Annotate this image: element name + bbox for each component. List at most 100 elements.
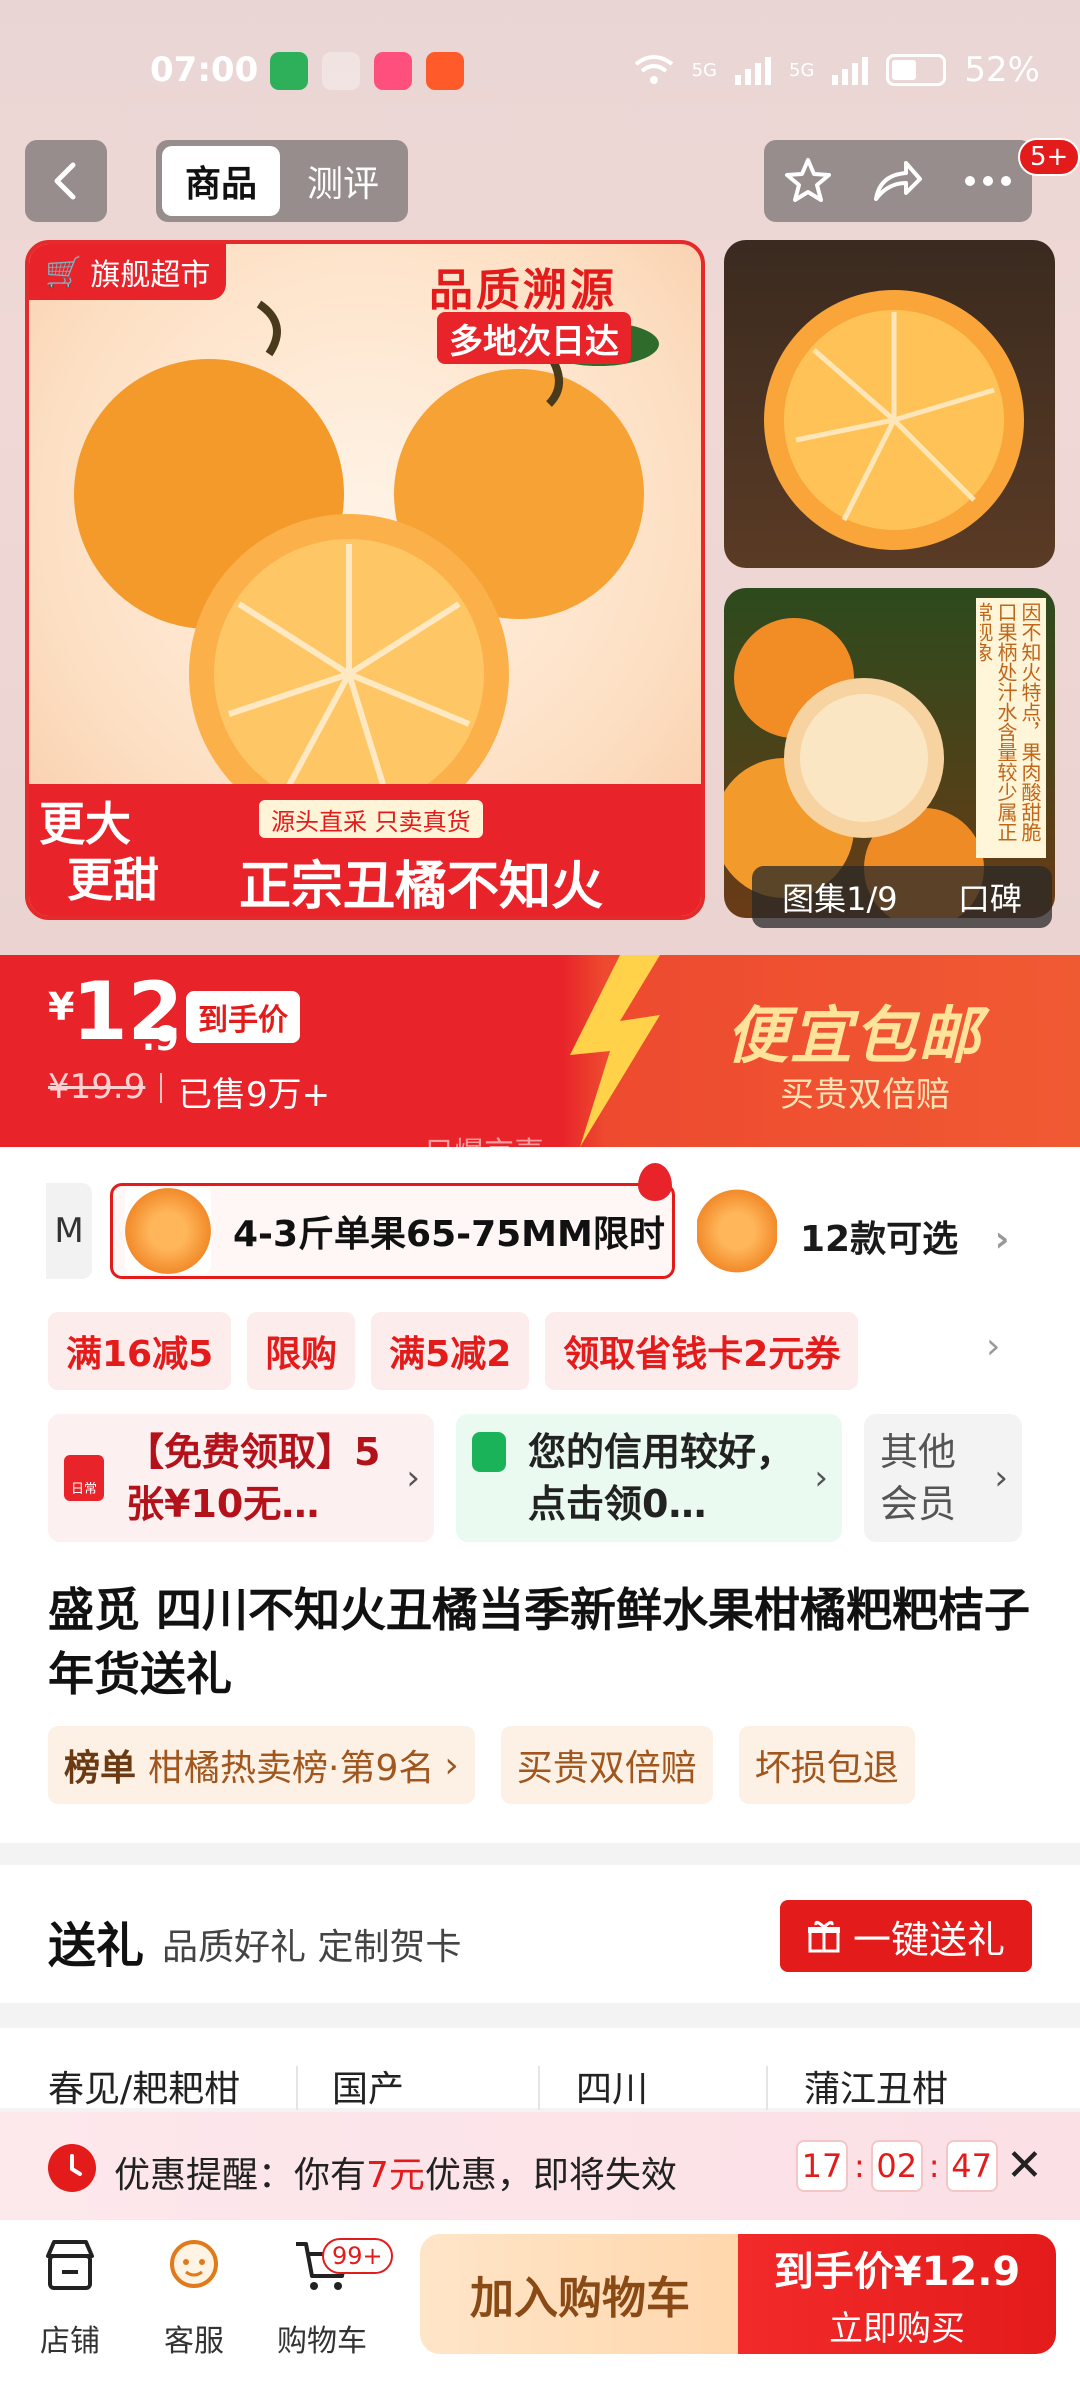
price-decimal: .9 — [142, 1019, 179, 1059]
guarantee-tag[interactable]: 买贵双倍赔 — [500, 1726, 713, 1804]
store-nav-button[interactable]: 店铺 — [10, 2236, 130, 2360]
status-bar: 07:00 5G 5G 52% — [0, 0, 1080, 140]
timer-minutes: 02 — [870, 2140, 923, 2192]
member-card[interactable]: 其他会员 › — [864, 1414, 1022, 1542]
chevron-right-icon: › — [444, 1744, 459, 1786]
return-tag[interactable]: 坏损包退 — [738, 1726, 915, 1804]
main-product-image[interactable]: 🛒 旗舰超市 品质溯源 多地次日达 更大 更甜 源头直采 只卖真货 正宗丑橘不知… — [25, 240, 705, 920]
attribute-divider — [538, 2066, 540, 2110]
cart-count-badge: 99+ — [322, 2238, 393, 2274]
reminder-text: 优惠提醒：你有7元优惠，即将失效 — [114, 2146, 677, 2198]
service-nav-label: 客服 — [164, 2324, 224, 2359]
hero-corner-line1: 更大 — [39, 797, 131, 851]
watermark-text: 只爆京喜 — [424, 1136, 544, 1171]
timer-seconds: 47 — [945, 2140, 998, 2192]
gallery-counter-bar[interactable]: 图集1/9 口碑 — [752, 866, 1052, 928]
buy-now-button[interactable]: 到手价¥12.9 立即购买 — [738, 2234, 1056, 2354]
attribute-divider — [296, 2066, 298, 2110]
chevron-right-icon: › — [994, 1458, 1008, 1498]
promo-chip[interactable]: 满5减2 — [371, 1312, 530, 1390]
promo-subtitle: 买贵双倍赔 — [780, 1075, 950, 1115]
price-tag: 到手价 — [186, 991, 300, 1043]
sku-selected-option[interactable]: 4-3斤单果65-75MM限时 — [110, 1183, 675, 1279]
reminder-suffix: 优惠，即将失效 — [424, 2155, 677, 2196]
gift-icon — [807, 1920, 840, 1953]
benefit-cards: 日常 【免费领取】5张¥10无… › 您的信用较好，点击领0… › 其他会员 › — [48, 1414, 1022, 1542]
attribute-item: 四川 — [576, 2069, 649, 2110]
hot-flame-icon — [638, 1163, 672, 1201]
signal-icon — [735, 57, 772, 85]
star-favorite-icon[interactable] — [783, 156, 833, 206]
store-label: 旗舰超市 — [90, 258, 211, 293]
status-right: 5G 5G 52% — [634, 50, 1040, 90]
signal-label: 5G — [789, 59, 815, 81]
reminder-prefix: 优惠提醒：你有 — [114, 2155, 367, 2196]
promo-chip[interactable]: 满16减5 — [48, 1312, 232, 1390]
ranking-tag[interactable]: 榜单 柑橘热卖榜·第9名 › — [48, 1726, 475, 1804]
add-to-cart-button[interactable]: 加入购物车 — [420, 2234, 740, 2354]
wifi-icon — [634, 55, 673, 84]
gift-button[interactable]: 一键送礼 — [780, 1900, 1032, 1972]
sku-selected-label: 4-3斤单果65-75MM限时 — [233, 1214, 665, 1255]
back-button[interactable] — [25, 140, 107, 222]
chevron-right-icon[interactable]: › — [986, 1326, 1000, 1367]
countdown-timer: 17 : 02 : 47 — [796, 2140, 998, 2192]
attribute-item: 春见/耙耙柑 — [48, 2069, 241, 2110]
clock-icon — [48, 2144, 96, 2192]
ranking-text: 柑橘热卖榜·第9名 — [148, 1748, 435, 1789]
coupon-icon-label: 日常 — [70, 1482, 97, 1497]
sku-more-options[interactable]: 12款可选 › — [800, 1210, 1010, 1262]
hero-ribbon: 源头直采 只卖真货 — [259, 800, 483, 838]
promo-chip[interactable]: 领取省钱卡2元券 — [545, 1312, 859, 1390]
more-icon[interactable] — [963, 174, 1013, 188]
orange-half-image — [764, 290, 1024, 550]
customer-service-icon — [170, 2240, 218, 2288]
reminder-amount: 7元 — [366, 2155, 425, 2196]
gallery-counter: 图集1/9 — [782, 880, 898, 918]
attribute-divider — [766, 2066, 768, 2110]
calendar-coupon-icon: 日常 — [64, 1455, 104, 1501]
tab-product[interactable]: 商品 — [162, 146, 280, 216]
chevron-right-icon: › — [814, 1458, 828, 1498]
promo-chip[interactable]: 限购 — [247, 1312, 356, 1390]
gift-subtitle: 品质好礼 定制贺卡 — [162, 1927, 462, 1968]
hero-corner-line2: 更甜 — [67, 853, 159, 907]
hero-corner-text: 更大 更甜 — [39, 796, 159, 908]
timer-hours: 17 — [796, 2140, 848, 2192]
sku-prev-option[interactable]: M — [46, 1183, 92, 1279]
cart-mini-icon: 🛒 — [45, 254, 83, 290]
gift-button-label: 一键送礼 — [852, 1917, 1005, 1962]
sku-thumbnail — [125, 1188, 211, 1274]
close-icon[interactable]: ✕ — [1006, 2140, 1043, 2191]
hero-headline: 品质溯源 — [429, 265, 617, 316]
chevron-right-icon: › — [994, 1219, 1010, 1260]
signal-icon — [832, 57, 869, 85]
sku-thumbnail[interactable] — [697, 1188, 777, 1274]
timer-colon: : — [854, 2147, 865, 2185]
lightning-bolt-icon — [570, 955, 660, 1147]
price-banner: ¥ 12 .9 到手价 ¥19.9 已售9万+ 便宜包邮 买贵双倍赔 — [0, 955, 1080, 1147]
share-icon[interactable] — [872, 159, 924, 203]
service-nav-button[interactable]: 客服 — [134, 2236, 254, 2360]
tab-review[interactable]: 测评 — [284, 146, 402, 216]
battery-percent: 52% — [964, 50, 1040, 90]
credit-card-offer[interactable]: 您的信用较好，点击领0… › — [456, 1414, 842, 1542]
member-card-text: 其他会员 — [880, 1430, 957, 1526]
koubei-label: 口碑 — [957, 880, 1022, 918]
gallery-thumbnail[interactable] — [724, 240, 1055, 568]
app-notification-icon — [426, 52, 464, 90]
coupon-card[interactable]: 日常 【免费领取】5张¥10无… › — [48, 1414, 434, 1542]
top-tools — [764, 140, 1032, 222]
cart-nav-label: 购物车 — [277, 2324, 367, 2359]
original-price: ¥19.9 — [48, 1067, 146, 1107]
store-badge: 🛒 旗舰超市 — [29, 244, 227, 300]
thumb-side-text: 因不知火特点，果肉酸甜脆口果柄处汁水含量较少属正常现象 — [980, 602, 1042, 842]
sku-more-label: 12款可选 — [800, 1219, 959, 1260]
sold-count: 已售9万+ — [178, 1075, 331, 1115]
attribute-item: 蒲江丑柑 — [804, 2069, 949, 2110]
status-app-icons — [270, 52, 464, 90]
credit-card-text: 您的信用较好，点击领0… — [528, 1430, 795, 1526]
buy-action-label: 立即购买 — [829, 2308, 965, 2349]
promotion-chips: 满16减5 限购 满5减2 领取省钱卡2元券 — [48, 1312, 859, 1390]
product-tags: 榜单 柑橘热卖榜·第9名 › 买贵双倍赔 坏损包退 — [48, 1726, 915, 1804]
